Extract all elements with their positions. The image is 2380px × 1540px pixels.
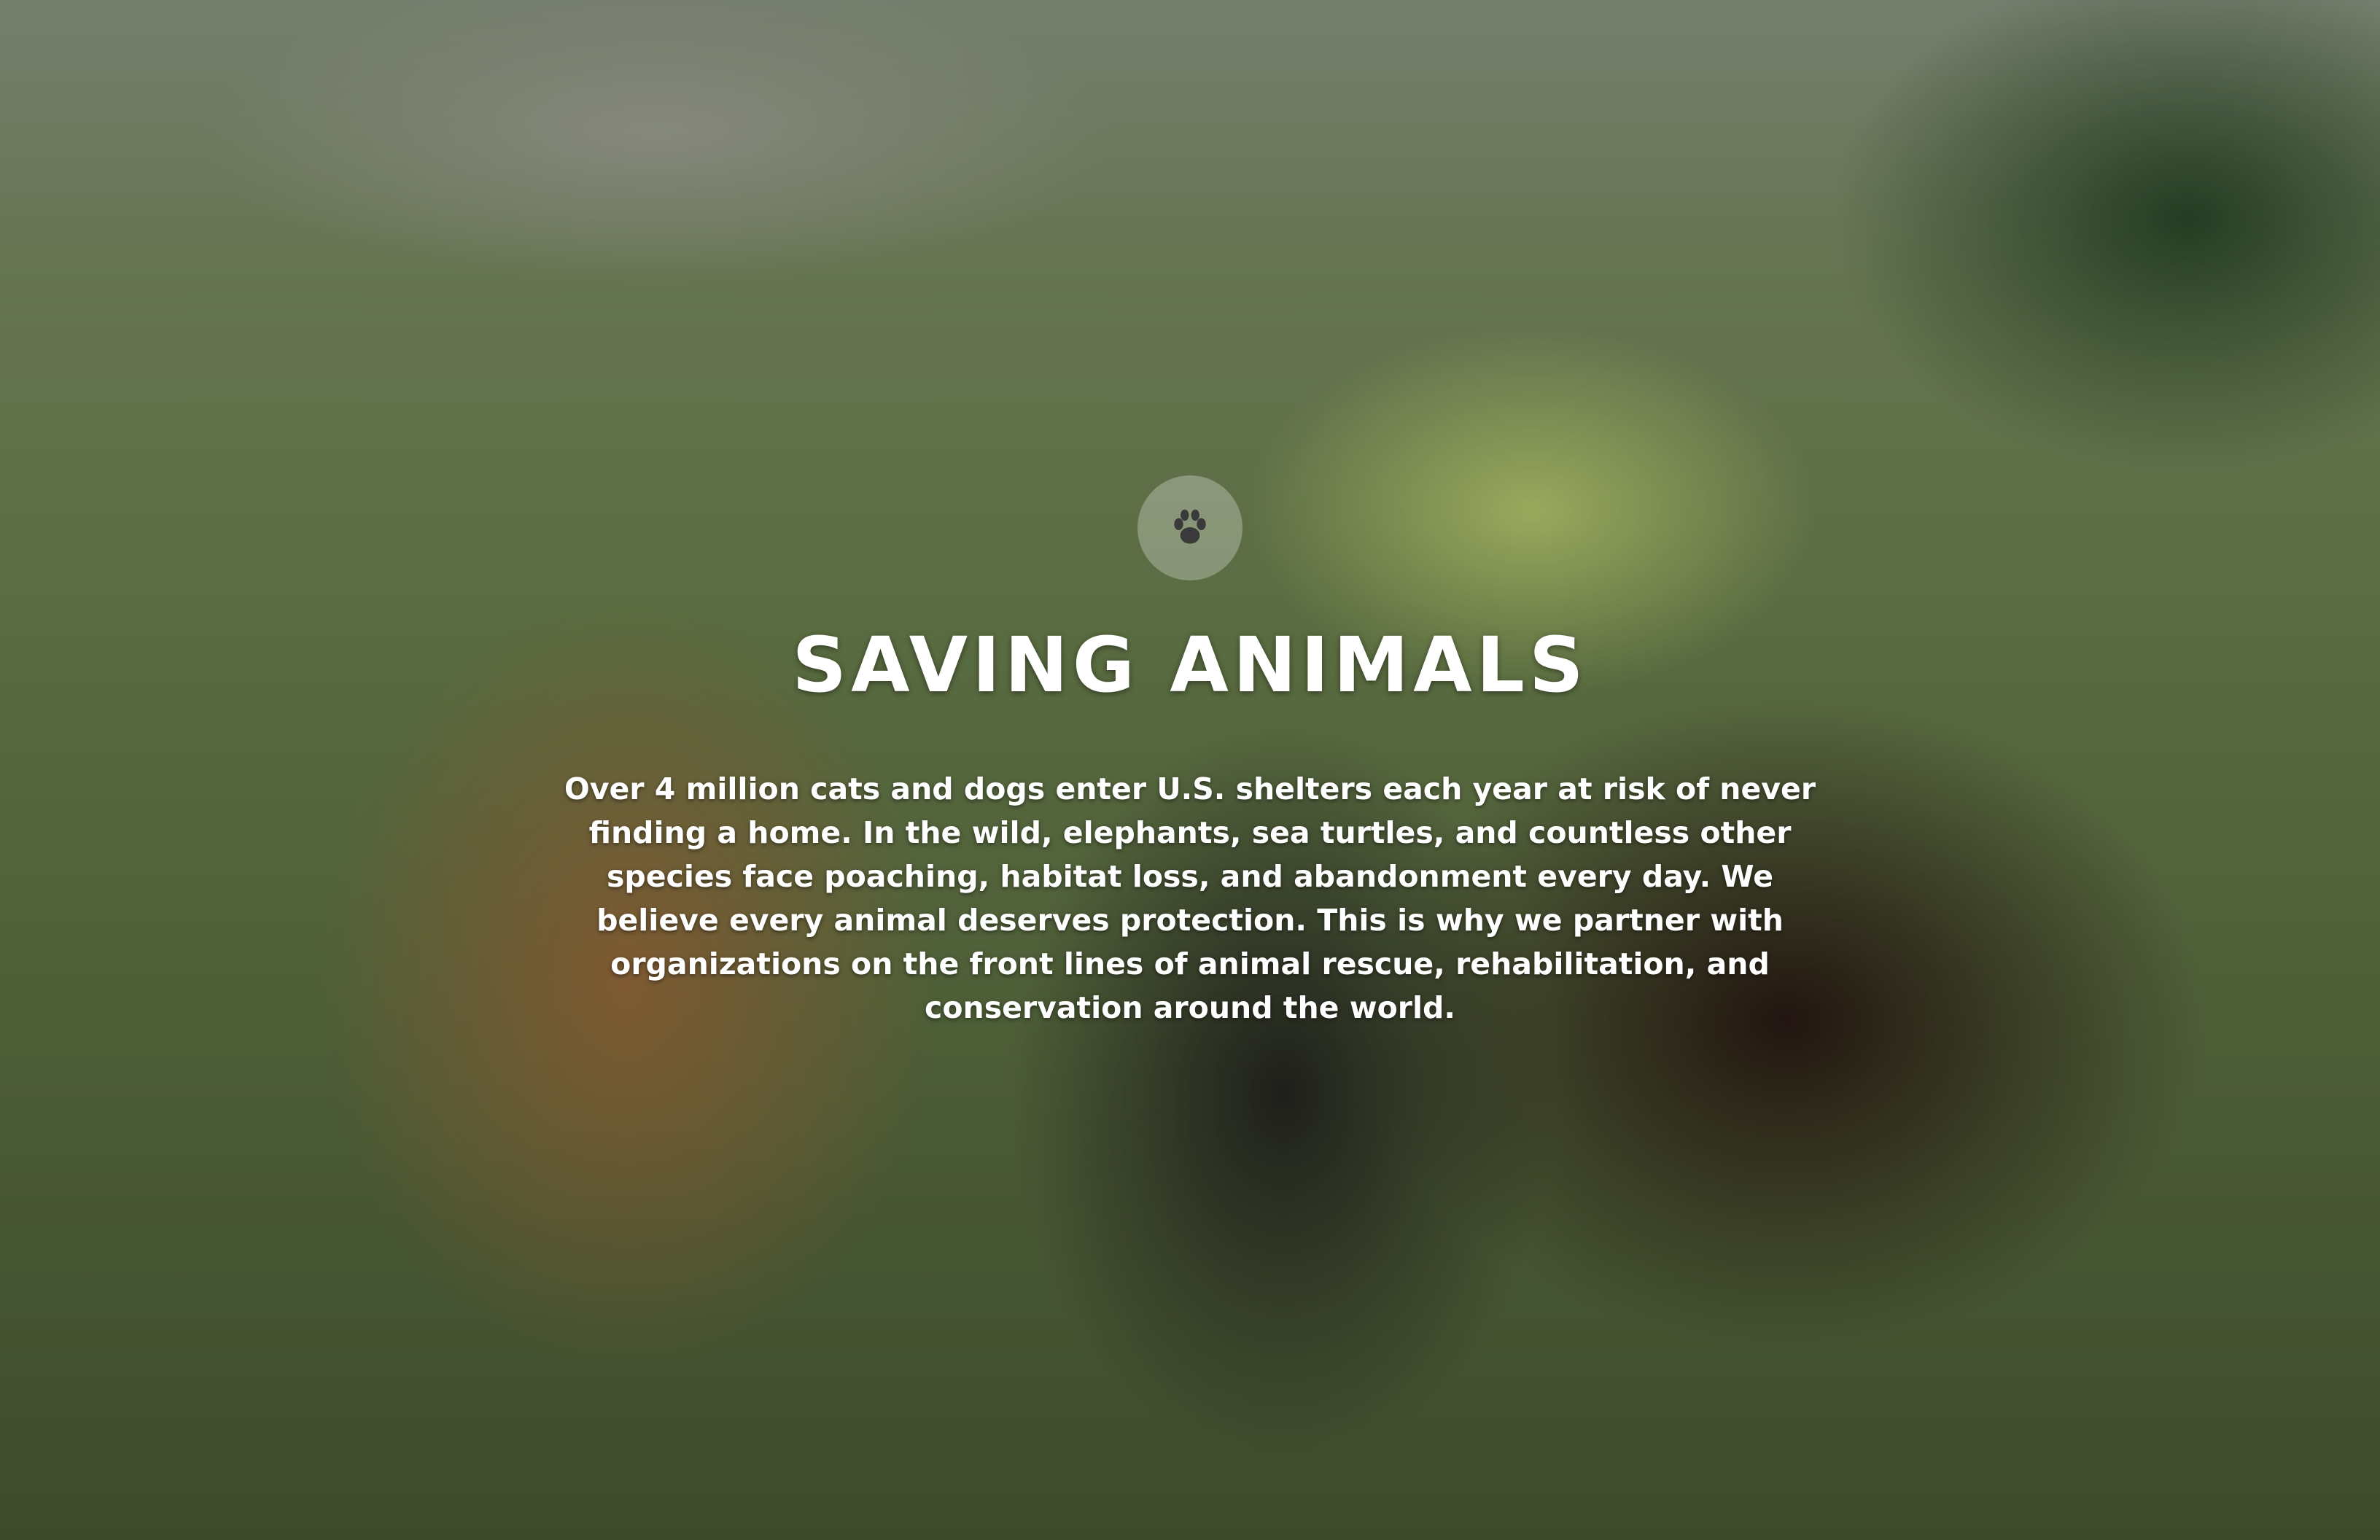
paw-badge	[1138, 475, 1242, 580]
paw-icon	[1174, 509, 1206, 544]
hero-title: SAVING ANIMALS	[792, 621, 1588, 709]
hero-description: Over 4 million cats and dogs enter U.S. …	[564, 771, 1816, 1025]
hero-section: SAVING ANIMALS Over 4 million cats and d…	[0, 0, 2380, 1540]
